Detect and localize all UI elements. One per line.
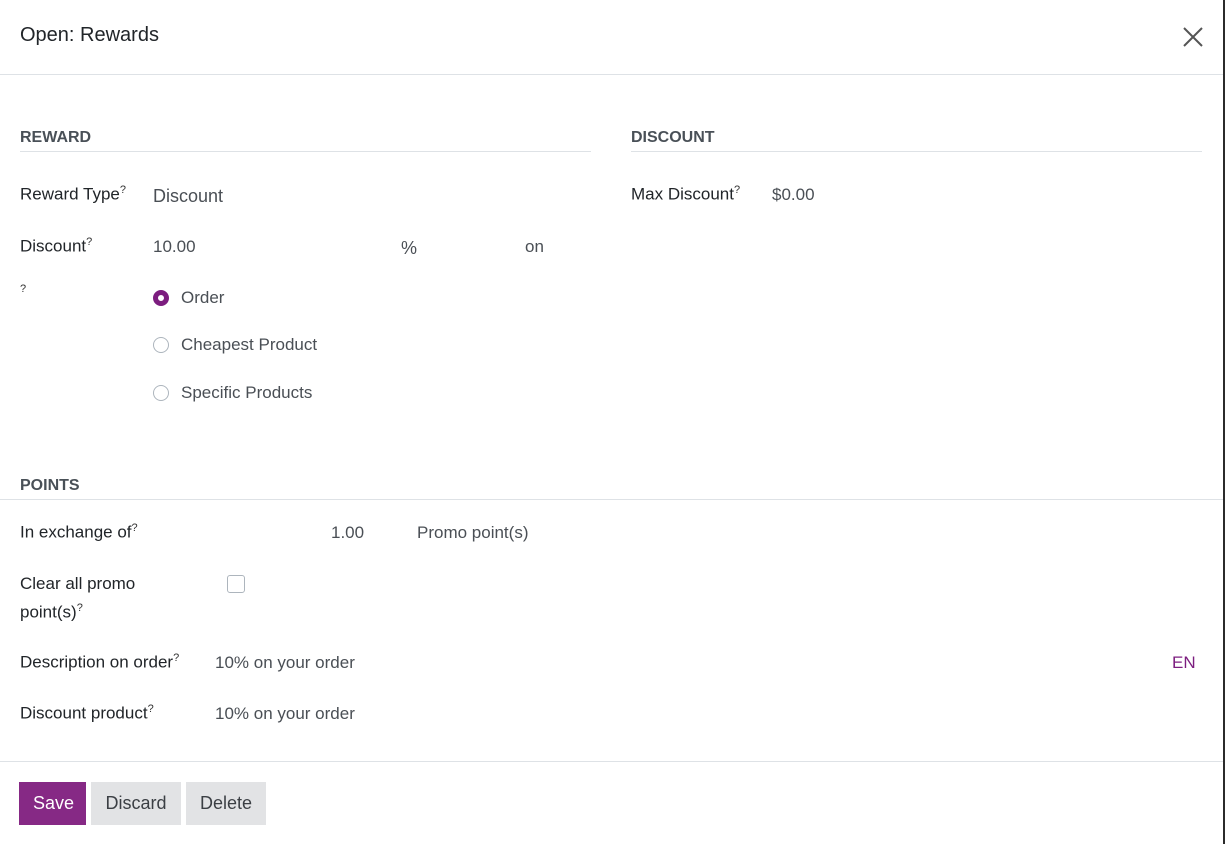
discount-product-label: Discount product? [20,703,154,723]
tooltip-marker[interactable]: ? [20,283,26,295]
reward-section-divider [20,151,591,152]
radio-label[interactable]: Order [181,288,224,308]
language-button[interactable]: EN [1172,653,1196,673]
save-button[interactable]: Save [19,782,86,825]
tooltip-marker[interactable]: ? [173,652,179,664]
discount-section-title: DISCOUNT [631,129,715,146]
required-points-input[interactable]: 1.00 [331,523,364,543]
points-section-divider [0,499,1223,500]
clear-points-checkbox[interactable] [227,575,245,593]
radio-button[interactable] [153,385,169,401]
tooltip-marker[interactable]: ? [148,703,154,715]
radio-button[interactable] [153,290,169,306]
reward-type-label: Reward Type? [20,184,126,204]
description-label: Description on order? [20,652,180,672]
radio-label[interactable]: Specific Products [181,383,312,403]
discard-button[interactable]: Discard [91,782,181,825]
footer-divider [0,761,1223,762]
delete-button[interactable]: Delete [186,782,266,825]
description-input[interactable]: 10% on your order [215,653,355,673]
max-discount-input[interactable]: $0.00 [772,185,815,205]
points-section-title: POINTS [20,477,80,494]
close-icon[interactable] [1180,24,1206,50]
discount-label: Discount? [20,236,93,256]
radio-button[interactable] [153,337,169,353]
reward-section-title: REWARD [20,129,92,146]
point-unit-label: Promo point(s) [417,523,529,542]
max-discount-label: Max Discount? [631,184,741,204]
clear-points-label: Clear all promo [20,574,136,593]
radio-label[interactable]: Cheapest Product [181,335,317,355]
tooltip-marker[interactable]: ? [86,236,92,248]
tooltip-marker[interactable]: ? [132,522,138,534]
discount-on-label: on [525,237,544,256]
applicability-label: ? [20,283,26,304]
exchange-label: In exchange of? [20,522,138,542]
discount-section-divider [631,151,1202,152]
discount-mode-select[interactable]: % [401,238,417,259]
tooltip-marker[interactable]: ? [120,184,126,196]
tooltip-marker[interactable]: ? [734,184,740,196]
dialog-title: Open: Rewards [20,24,159,46]
discount-amount-input[interactable]: 10.00 [153,237,196,257]
clear-points-label-line2: point(s)? [20,602,83,622]
discount-product-value: 10% on your order [215,704,355,723]
reward-type-field[interactable]: Discount [153,186,223,207]
dialog-header: Open: Rewards [0,0,1223,75]
tooltip-marker[interactable]: ? [77,602,83,614]
